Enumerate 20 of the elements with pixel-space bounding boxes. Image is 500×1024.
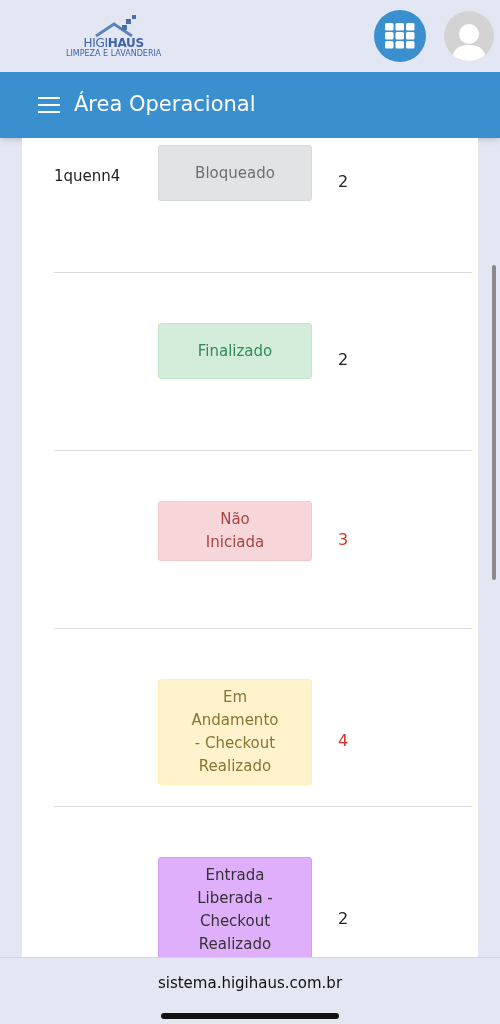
grid-icon <box>385 23 415 49</box>
status-badge: Finalizado <box>158 323 312 379</box>
scrollbar[interactable] <box>492 265 496 580</box>
count: 2 <box>338 908 349 930</box>
url-text: sistema.higihaus.com.br <box>157 973 343 994</box>
status-badge: Entrada Liberada - Checkout Realizado <box>158 857 312 957</box>
count: 4 <box>338 730 349 752</box>
logo-tagline: LIMPEZA E LAVANDERIA <box>66 49 162 58</box>
count: 3 <box>338 529 349 551</box>
status-badge: Não Iniciada <box>158 501 312 561</box>
menu-icon[interactable] <box>38 97 60 113</box>
user-icon <box>452 23 486 61</box>
count: 2 <box>338 171 349 193</box>
row-name: 1quenn4 <box>54 167 121 185</box>
apps-button[interactable] <box>374 10 426 62</box>
status-badge: Em Andamento - Checkout Realizado <box>158 679 312 785</box>
count: 2 <box>338 349 349 371</box>
logo-text: HIGIHAUS <box>83 36 144 49</box>
status-badge: Bloqueado <box>158 145 312 201</box>
page-title: Área Operacional <box>74 90 256 119</box>
